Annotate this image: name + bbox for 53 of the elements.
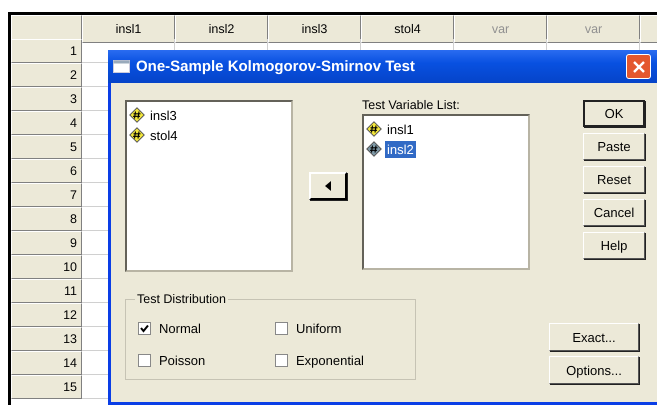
variable-item[interactable]: insl3 [148,106,179,124]
close-button[interactable] [626,54,651,79]
row-header[interactable]: 7 [11,183,82,207]
row-header[interactable]: 15 [11,375,82,399]
checkbox[interactable] [275,354,288,366]
number-variable-icon [366,141,382,157]
column-header[interactable]: insl3 [268,15,361,43]
row-header[interactable]: 8 [11,207,82,231]
row-header[interactable]: 2 [11,63,82,87]
checkbox-label[interactable]: Uniform [296,320,342,336]
checkbox-label[interactable]: Exponential [296,352,364,368]
number-variable-icon [129,127,145,143]
dialog-button[interactable]: Reset [583,166,645,193]
check-icon [140,324,149,332]
dialog-button[interactable]: Paste [583,133,645,160]
left-arrow-icon [324,181,330,191]
checkbox[interactable] [138,322,151,334]
row-header[interactable]: 14 [11,351,82,375]
dialog-button[interactable]: Exact... [549,323,639,351]
checkbox[interactable] [138,354,151,366]
list-label: Test Variable List: [362,98,461,114]
test-variable-list[interactable]: insl1 insl2 [362,114,530,270]
source-variable-list[interactable]: insl3 stol4 [125,100,293,272]
row-header[interactable]: 13 [11,327,82,351]
row-header[interactable]: 6 [11,159,82,183]
window-icon [113,60,130,73]
checkbox-label[interactable]: Poisson [159,352,206,368]
window-title: One-Sample Kolmogorov-Smirnov Test [136,58,416,75]
checkbox-label[interactable]: Normal [159,320,201,336]
column-header[interactable]: stol4 [361,15,454,43]
variable-item[interactable]: insl1 [385,120,416,138]
row-header[interactable]: 11 [11,279,82,303]
row-header[interactable]: 12 [11,303,82,327]
number-variable-icon [366,121,382,137]
variable-item[interactable]: stol4 [148,126,180,144]
row-header[interactable]: 5 [11,135,82,159]
checkbox[interactable] [275,322,288,334]
column-header[interactable]: insl1 [82,15,175,43]
row-header[interactable]: 10 [11,255,82,279]
variable-item[interactable]: insl2 [385,140,416,158]
column-header[interactable]: insl2 [175,15,268,43]
close-icon [632,60,644,72]
dialog-button[interactable]: OK [583,100,645,127]
row-header[interactable]: 9 [11,231,82,255]
number-variable-icon [129,107,145,123]
dialog-button[interactable]: Help [583,232,645,259]
dialog-button[interactable]: Cancel [583,199,645,226]
move-button[interactable] [308,172,346,200]
row-header[interactable]: 1 [11,39,82,63]
row-header[interactable]: 4 [11,111,82,135]
group-title: Test Distribution [136,292,227,306]
row-header[interactable]: 3 [11,87,82,111]
dialog-button[interactable]: Options... [549,356,639,384]
